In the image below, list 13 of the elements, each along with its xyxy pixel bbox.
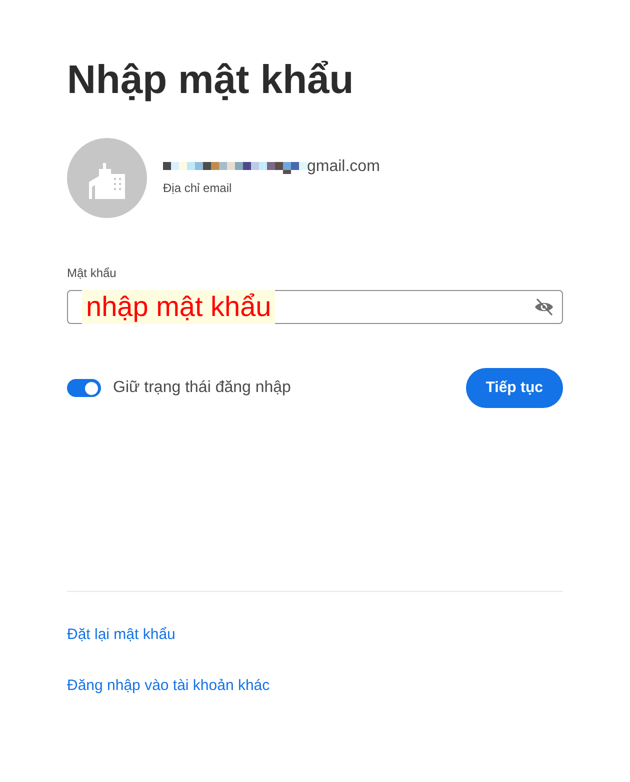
password-value: nhập mật khẩu bbox=[82, 290, 276, 324]
email-address: gmail.com bbox=[307, 157, 380, 177]
password-field[interactable]: nhập mật khẩu bbox=[67, 290, 563, 324]
building-avatar-icon bbox=[67, 138, 147, 218]
page-title: Nhập mật khẩu bbox=[67, 57, 355, 104]
stay-signed-in-label: Giữ trạng thái đăng nhập bbox=[113, 378, 291, 398]
link[interactable]: Đăng nhập vào tài khoản khác bbox=[67, 676, 270, 695]
stay-signed-in-toggle[interactable] bbox=[67, 379, 101, 397]
continue-button[interactable]: Tiếp tục bbox=[466, 368, 563, 408]
password-label: Mật khẩu bbox=[67, 265, 116, 282]
link[interactable]: Đặt lại mật khẩu bbox=[67, 625, 176, 644]
email-caption: Địa chỉ email bbox=[163, 180, 233, 197]
eye-slash-icon[interactable] bbox=[534, 298, 554, 316]
